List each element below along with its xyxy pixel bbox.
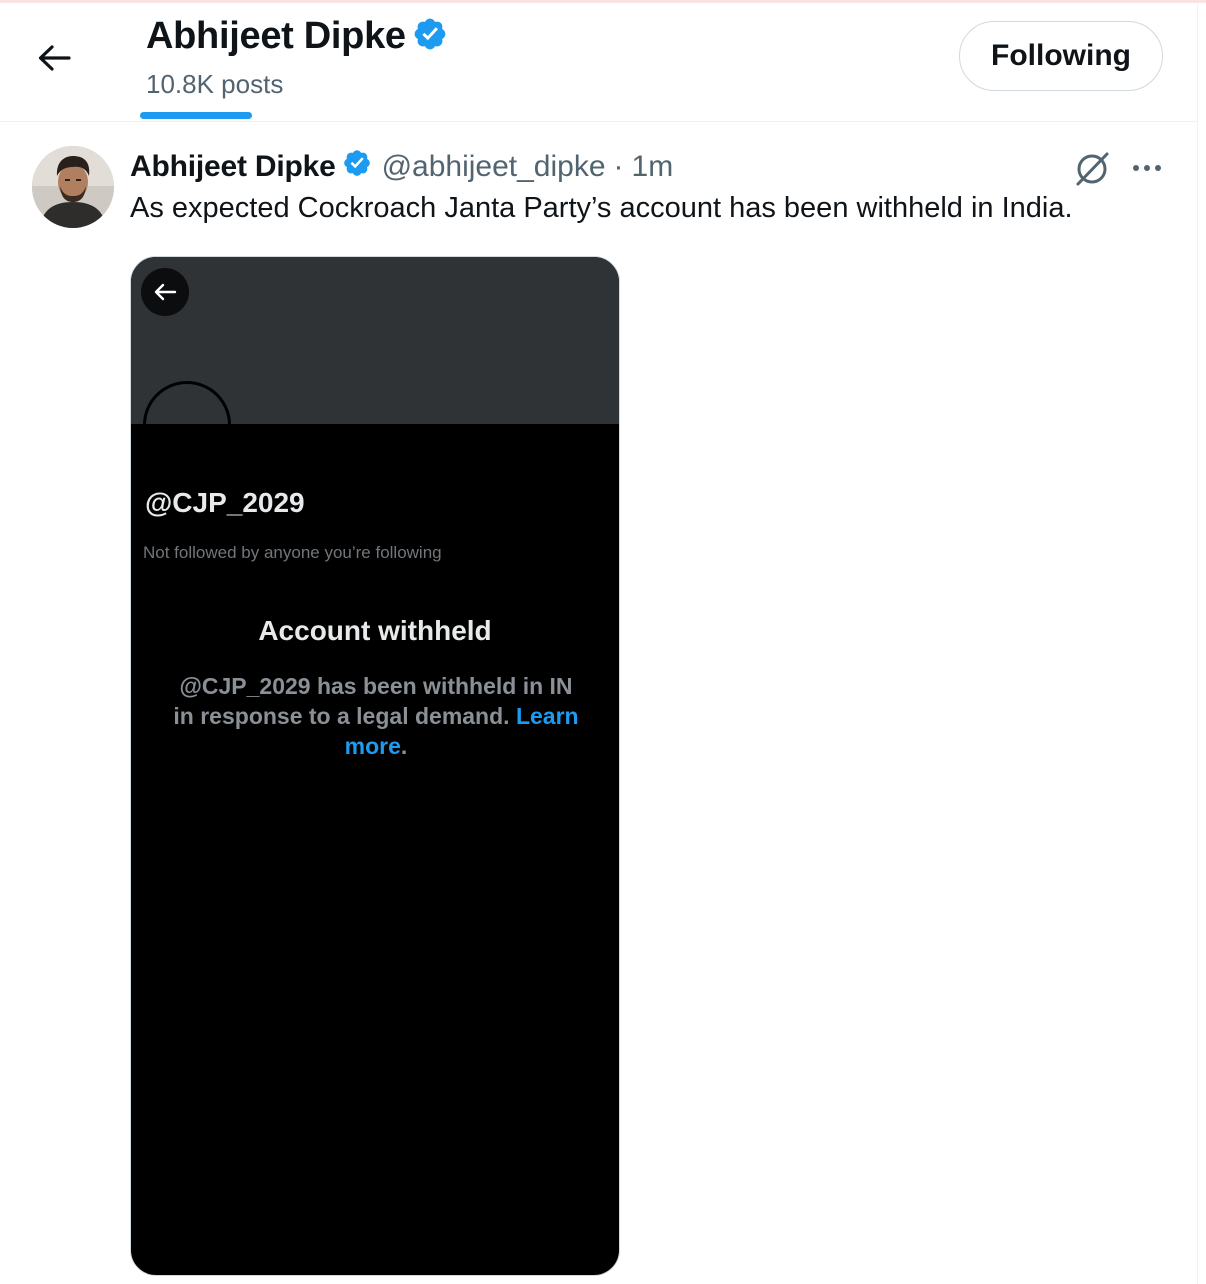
author-handle[interactable]: @abhijeet_dipke (382, 150, 606, 184)
separator-dot: · (613, 150, 624, 183)
post-count: 10.8K posts (146, 69, 284, 99)
profile-title: Abhijeet Dipke (146, 15, 448, 58)
profile-header: Abhijeet Dipke 10.8K posts Following (0, 3, 1197, 122)
tweet-time[interactable]: 1m (632, 150, 674, 184)
arrow-left-icon (38, 45, 71, 71)
media-withheld-description: @CJP_2029 has been withheld in IN in res… (167, 671, 585, 761)
media-desc-line1: @CJP_2029 has been withheld in IN (179, 673, 573, 699)
avatar[interactable] (32, 146, 114, 228)
more-horizontal-icon[interactable] (1128, 150, 1168, 186)
verified-badge-icon (412, 16, 448, 57)
author-name[interactable]: Abhijeet Dipke (130, 150, 336, 184)
avatar-photo (32, 146, 114, 228)
media-avatar-outline (143, 381, 231, 469)
media-desc-line3: more. (344, 733, 408, 759)
following-button[interactable]: Following (959, 21, 1163, 91)
profile-name: Abhijeet Dipke (146, 15, 406, 57)
tweet-text: As expected Cockroach Janta Party’s acco… (130, 192, 1073, 224)
tweet-media-screenshot[interactable]: @CJP_2029 Not followed by anyone you’re … (130, 256, 620, 1276)
column-divider (1197, 3, 1198, 1284)
verified-badge-icon (342, 148, 372, 186)
media-withheld-title: Account withheld (258, 615, 492, 646)
media-learn-link: Learn (515, 703, 579, 729)
tweet-header: Abhijeet Dipke @abhijeet_dipke · 1m (130, 148, 673, 186)
grok-icon[interactable] (1072, 148, 1112, 188)
active-tab-indicator (140, 112, 252, 119)
media-more-link: more (344, 733, 401, 759)
media-desc-line2: in response to a legal demand. Learn (173, 703, 579, 729)
tweet[interactable]: Abhijeet Dipke @abhijeet_dipke · 1m As e… (0, 122, 1197, 1284)
media-back-icon (141, 268, 189, 316)
media-handle: @CJP_2029 (145, 487, 305, 518)
media-follow-note: Not followed by anyone you’re following (143, 543, 442, 562)
back-button[interactable] (22, 33, 86, 83)
